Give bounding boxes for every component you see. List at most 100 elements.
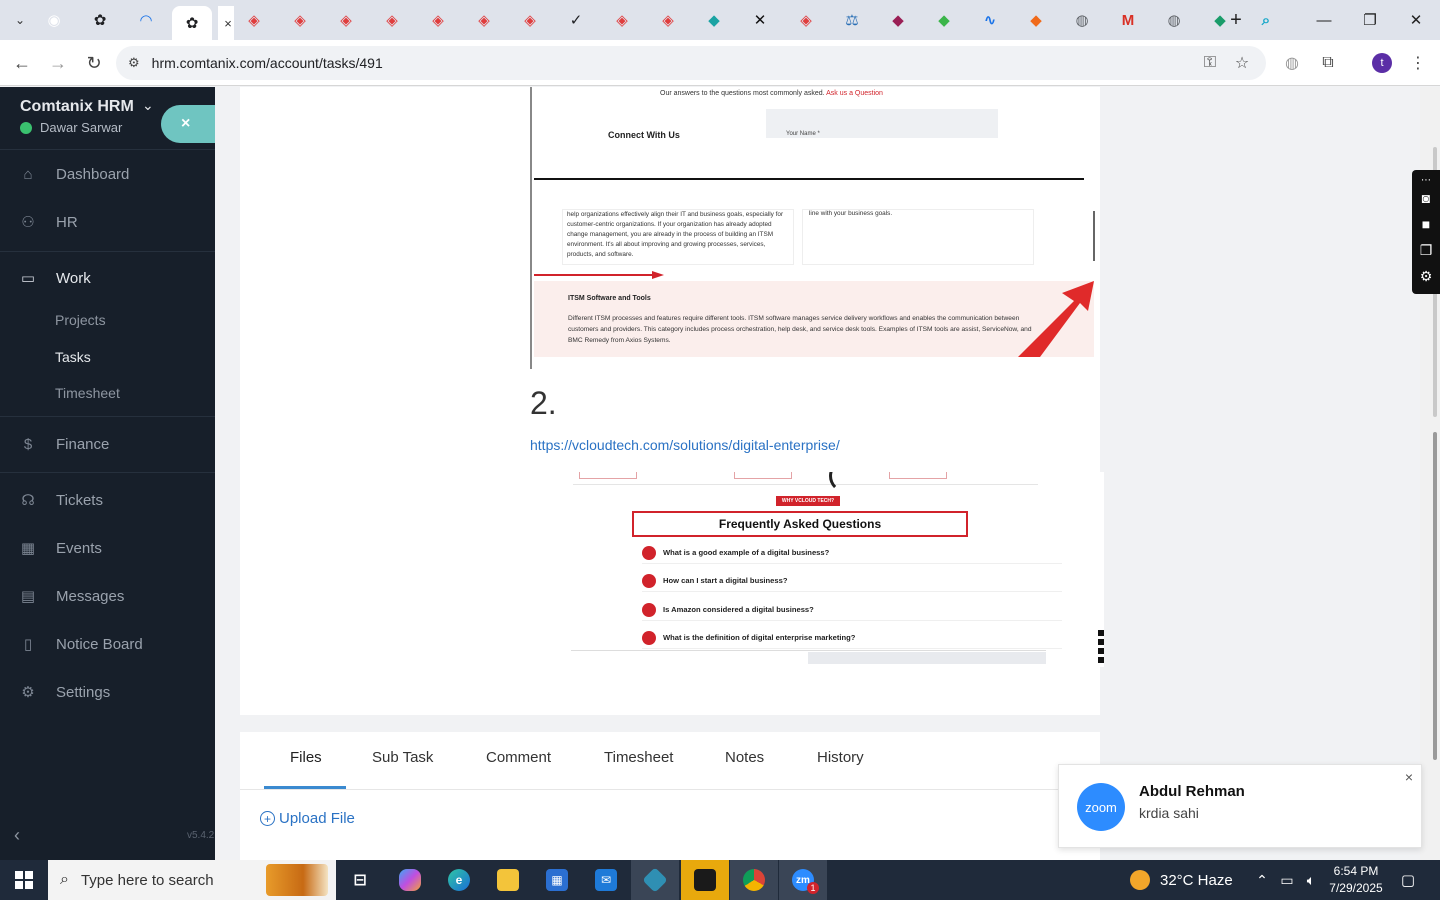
- restore-button[interactable]: ❐: [1350, 8, 1390, 32]
- sidebar-item-dashboard[interactable]: ⌂ Dashboard: [0, 154, 215, 194]
- sidebar-item-tickets[interactable]: ☊ Tickets: [0, 480, 215, 520]
- gear-icon[interactable]: ⚙: [1416, 266, 1436, 286]
- upload-file-button[interactable]: + Upload File: [260, 810, 355, 827]
- tab-history[interactable]: History: [817, 749, 864, 766]
- browser-tab[interactable]: ◍: [1154, 6, 1194, 34]
- volume-icon[interactable]: 🔈︎: [1300, 860, 1322, 900]
- brand-name[interactable]: Comtanix HRM: [20, 98, 134, 116]
- sidebar-item-messages[interactable]: ▤ Messages: [0, 576, 215, 616]
- clipboard-icon: ▯: [23, 636, 33, 653]
- search-icon: ⌕: [60, 871, 69, 888]
- close-icon[interactable]: ×: [1405, 769, 1413, 785]
- sidebar-item-work[interactable]: ▭ Work: [0, 258, 215, 298]
- taskbar-edge[interactable]: e: [435, 860, 483, 900]
- taskbar-store[interactable]: ▦: [533, 860, 581, 900]
- reload-button[interactable]: ↻: [82, 51, 106, 75]
- browser-tab[interactable]: ◆: [924, 6, 964, 34]
- sidebar-item-settings[interactable]: ⚙ Settings: [0, 672, 215, 712]
- task-view-button[interactable]: ⊟: [336, 860, 384, 900]
- zoom-notification[interactable]: zoom Abdul Rehman krdia sahi ×: [1058, 764, 1422, 848]
- taskbar-mail[interactable]: ✉: [582, 860, 630, 900]
- globe-icon: ◍: [1075, 12, 1089, 29]
- faq-title: Frequently Asked Questions: [632, 511, 968, 537]
- browser-tab[interactable]: ⚖: [832, 6, 872, 34]
- close-tab-button[interactable]: ×: [218, 6, 234, 40]
- taskbar-sticky-notes[interactable]: [681, 860, 729, 900]
- browser-tab[interactable]: ◆: [1016, 6, 1056, 34]
- sidebar-subitem-projects[interactable]: Projects: [55, 312, 106, 328]
- tab-notes[interactable]: Notes: [725, 749, 764, 766]
- taskbar-zoom[interactable]: zm 1: [779, 860, 827, 900]
- network-icon[interactable]: ▭: [1276, 860, 1298, 900]
- itsm-title: ITSM Software and Tools: [568, 295, 651, 302]
- notification-badge: 1: [807, 882, 819, 894]
- sidebar-item-finance[interactable]: $ Finance: [0, 424, 215, 464]
- browser-tab[interactable]: ◉: [34, 6, 74, 34]
- menu-kebab-icon[interactable]: ⋮: [1406, 51, 1430, 75]
- profile-avatar[interactable]: t: [1372, 53, 1392, 73]
- browser-tab[interactable]: ◠: [126, 6, 166, 34]
- extensions-icon[interactable]: ⧉: [1316, 51, 1340, 75]
- weather-widget[interactable]: 32°C Haze: [1130, 860, 1233, 900]
- chevron-down-icon[interactable]: ⌄: [142, 97, 154, 114]
- pin-icon[interactable]: ⋯: [1416, 170, 1436, 190]
- browser-tab[interactable]: ✿: [80, 6, 120, 34]
- taskbar-file-explorer[interactable]: [484, 860, 532, 900]
- taskbar-clock[interactable]: 6:54 PM 7/29/2025: [1328, 863, 1384, 897]
- window-icon[interactable]: ❐: [1416, 240, 1436, 260]
- browser-tab[interactable]: ◆: [694, 6, 734, 34]
- taskbar-chrome[interactable]: [730, 860, 778, 900]
- browser-tab[interactable]: ◈: [372, 6, 412, 34]
- close-window-button[interactable]: ✕: [1396, 8, 1436, 32]
- taskbar-search-input[interactable]: ⌕ Type here to search: [48, 860, 336, 900]
- browser-tab[interactable]: ◈: [234, 6, 274, 34]
- forward-button[interactable]: →: [46, 51, 70, 75]
- taskbar-app[interactable]: [631, 860, 679, 900]
- divider: [0, 416, 215, 417]
- reference-link[interactable]: https://vcloudtech.com/solutions/digital…: [530, 437, 840, 453]
- browser-tab[interactable]: ✿: [172, 6, 212, 40]
- sidebar-item-notice-board[interactable]: ▯ Notice Board: [0, 624, 215, 664]
- translate-icon[interactable]: ◍: [1280, 51, 1304, 75]
- browser-tab[interactable]: M: [1108, 6, 1148, 34]
- browser-tab[interactable]: ∿: [970, 6, 1010, 34]
- minimize-button[interactable]: —: [1304, 8, 1344, 32]
- browser-tab[interactable]: ◆: [878, 6, 918, 34]
- browser-tab[interactable]: ◈: [786, 6, 826, 34]
- browser-tab[interactable]: ◍: [1062, 6, 1102, 34]
- browser-tab[interactable]: ◈: [602, 6, 642, 34]
- browser-tab[interactable]: ◈: [418, 6, 458, 34]
- password-key-icon[interactable]: ⚿: [1198, 51, 1222, 75]
- new-tab-button[interactable]: +: [1216, 8, 1256, 32]
- browser-tab[interactable]: ◈: [648, 6, 688, 34]
- scrollbar-thumb[interactable]: [1433, 432, 1437, 760]
- sidebar-item-hr[interactable]: ⚇ HR: [0, 202, 215, 242]
- start-button[interactable]: [0, 860, 48, 900]
- url-field[interactable]: ⚙ hrm.comtanix.com/account/tasks/491: [116, 46, 1266, 80]
- sidebar-subitem-tasks[interactable]: Tasks: [55, 349, 91, 365]
- sidebar-subitem-timesheet[interactable]: Timesheet: [55, 385, 120, 401]
- tab-files[interactable]: Files: [290, 749, 322, 766]
- browser-tab[interactable]: ✓: [556, 6, 596, 34]
- tab-comment[interactable]: Comment: [486, 749, 551, 766]
- browser-tab[interactable]: ✕: [740, 6, 780, 34]
- video-icon[interactable]: ■: [1416, 214, 1436, 234]
- tab-sub-task[interactable]: Sub Task: [372, 749, 433, 766]
- browser-tab[interactable]: ◈: [510, 6, 550, 34]
- browser-tab[interactable]: ◈: [280, 6, 320, 34]
- bookmark-star-icon[interactable]: ☆: [1230, 51, 1254, 75]
- camera-icon[interactable]: ◙: [1416, 188, 1436, 208]
- sidebar-close-button[interactable]: ×: [161, 105, 221, 143]
- chevron-left-icon[interactable]: ‹: [14, 825, 20, 846]
- browser-tab[interactable]: ◈: [326, 6, 366, 34]
- back-button[interactable]: ←: [10, 51, 34, 75]
- url-text[interactable]: hrm.comtanix.com/account/tasks/491: [152, 55, 383, 71]
- taskbar-copilot[interactable]: [386, 860, 434, 900]
- tab-timesheet[interactable]: Timesheet: [604, 749, 673, 766]
- sidebar-item-events[interactable]: ▦ Events: [0, 528, 215, 568]
- notification-center-icon[interactable]: ▢: [1396, 860, 1420, 900]
- chevron-up-icon[interactable]: ⌃: [1252, 860, 1272, 900]
- site-info-icon[interactable]: ⚙: [128, 55, 140, 71]
- browser-tab[interactable]: ◈: [464, 6, 504, 34]
- sidebar-item-label: Settings: [56, 683, 111, 701]
